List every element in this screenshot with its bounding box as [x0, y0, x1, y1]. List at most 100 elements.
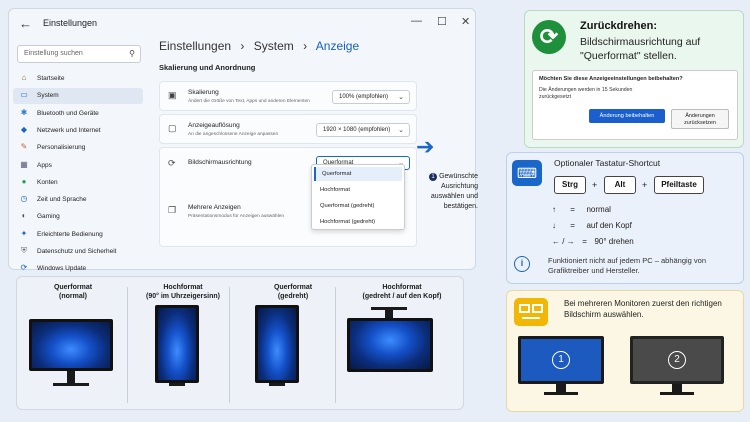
- sidebar-item-apps[interactable]: ▦ Apps: [13, 158, 143, 174]
- search-input[interactable]: Einstellung suchen ⚲: [17, 45, 141, 63]
- sidebar-item-label: Erleichterte Bedienung: [37, 230, 103, 238]
- section-title: Skalierung und Anordnung: [159, 63, 256, 72]
- revert-changes-button[interactable]: Änderungen zurücksetzen: [671, 109, 729, 129]
- monitor-number: 2: [668, 351, 686, 369]
- sidebar-item-label: Startseite: [37, 75, 65, 82]
- step-text: Gewünschte Ausrichtung auswählen und bes…: [430, 173, 478, 210]
- wifi-icon: ◆: [20, 124, 28, 134]
- sidebar-item-label: Windows Update: [37, 265, 87, 273]
- multi-display-title: Mehrere Anzeigen: [188, 204, 241, 211]
- orientation-icon: ⟳: [168, 158, 176, 168]
- dialog-text: Die Änderungen werden in 15 Sekunden zur…: [539, 87, 633, 100]
- monitor-1[interactable]: 1: [518, 336, 604, 384]
- breadcrumb-display: Anzeige: [315, 39, 360, 53]
- monitor-base: [544, 392, 578, 395]
- resolution-title: Anzeigeauflösung: [188, 122, 240, 129]
- key-alt: Alt: [604, 176, 636, 194]
- monitor-base: [269, 383, 285, 386]
- clock-icon: ◷: [20, 194, 28, 204]
- search-placeholder: Einstellung suchen: [24, 50, 83, 57]
- breadcrumb-settings[interactable]: Einstellungen: [159, 39, 231, 53]
- monitor-base: [53, 383, 89, 386]
- sidebar-item-update[interactable]: ⟳ Windows Update: [13, 261, 143, 277]
- sidebar-item-account[interactable]: ● Konten: [13, 175, 143, 191]
- accessibility-icon: ✦: [20, 228, 28, 238]
- home-icon: ⌂: [21, 73, 27, 82]
- example-subtitle: (normal): [59, 293, 87, 300]
- shortcut-map-up: ↑ = normal: [552, 205, 611, 214]
- shield-icon: ⛨: [21, 246, 27, 255]
- sidebar-item-wifi[interactable]: ◆ Netzwerk und Internet: [13, 123, 143, 139]
- sidebar-item-label: Datenschutz und Sicherheit: [37, 248, 117, 255]
- sidebar-item-clock[interactable]: ◷ Zeit und Sprache: [13, 192, 143, 208]
- title-bar: ← Einstellungen — ☐ ✕: [9, 9, 475, 39]
- bluetooth-icon: ✱: [20, 107, 28, 117]
- scale-card: ▣ Skalierung Ändert die Größe von Text, …: [159, 81, 417, 111]
- step-instruction: 1 Gewünschte Ausrichtung auswählen und be…: [420, 172, 478, 212]
- resolution-dropdown[interactable]: 1920 × 1080 (empfohlen) ⌄: [316, 123, 410, 137]
- menu-item-portrait[interactable]: Hochformat: [314, 183, 402, 197]
- sidebar-item-system[interactable]: ▭ System: [13, 88, 143, 105]
- example-subtitle: (gedreht / auf den Kopf): [362, 293, 442, 300]
- sidebar-item-label: Konten: [37, 178, 58, 186]
- maximize-icon[interactable]: ☐: [437, 15, 447, 28]
- resolution-card: ▢ Anzeigeauflösung An die angeschlossene…: [159, 114, 417, 144]
- sidebar-item-brush[interactable]: ✎ Personalisierung: [13, 140, 143, 156]
- plus-sign: +: [592, 180, 598, 190]
- apps-icon: ▦: [20, 159, 28, 169]
- sidebar-item-bluetooth[interactable]: ✱ Bluetooth und Geräte: [13, 106, 143, 122]
- sidebar-item-shield[interactable]: ⛨ Datenschutz und Sicherheit: [13, 244, 143, 260]
- right-arrow-icon: ➔: [416, 134, 435, 159]
- step-number: 1: [429, 173, 438, 181]
- shortcut-result: normal: [586, 205, 611, 214]
- monitor-base: [169, 383, 185, 386]
- shortcut-result: auf den Kopf: [586, 221, 632, 230]
- brush-icon: ✎: [20, 142, 28, 152]
- orientation-menu: Querformat Hochformat Querformat (gedreh…: [311, 164, 405, 230]
- example-portrait-flipped-label: Hochformat (gedreht / auf den Kopf): [339, 283, 465, 301]
- keep-settings-dialog: Möchten Sie diese Anzeigeeinstellungen b…: [532, 70, 738, 140]
- orientation-title: Bildschirmausrichtung: [188, 159, 252, 166]
- example-title: Hochformat: [382, 284, 422, 291]
- example-title: Querformat: [273, 284, 313, 291]
- menu-item-landscape[interactable]: Querformat: [314, 167, 402, 181]
- example-landscape-label: Querformat (normal): [23, 283, 123, 301]
- arrow-up-icon: ↑: [552, 205, 556, 214]
- sidebar-item-label: Netzwerk und Internet: [37, 126, 101, 134]
- menu-item-landscape-flipped[interactable]: Querformat (gedreht): [314, 199, 402, 213]
- rotate-back-icon: ⟳: [532, 20, 566, 54]
- close-icon[interactable]: ✕: [461, 15, 470, 28]
- monitor-landscape-flipped-image: [255, 305, 299, 383]
- sidebar-item-gamepad[interactable]: ◐ Gaming: [13, 209, 143, 225]
- sidebar-item-home[interactable]: ⌂ Startseite: [13, 71, 143, 87]
- scale-dropdown[interactable]: 100% (empfohlen) ⌄: [332, 90, 410, 104]
- equals: =: [570, 205, 575, 214]
- arrow-down-icon: ↓: [552, 221, 556, 230]
- example-subtitle: (gedreht): [277, 293, 309, 300]
- minimize-icon[interactable]: —: [411, 15, 422, 27]
- equals: =: [582, 237, 587, 246]
- example-subtitle: (90° im Uhrzeigersinn): [146, 293, 220, 300]
- orientation-examples-panel: Querformat (normal) Hochformat (90° im U…: [16, 276, 464, 410]
- info-icon: i: [514, 256, 530, 272]
- example-landscape-flipped-label: Querformat (gedreht): [243, 283, 343, 301]
- sidebar-item-label: Personalisierung: [37, 144, 86, 152]
- shortcut-map-down: ↓ = auf den Kopf: [552, 221, 632, 230]
- resolution-desc: An die angeschlossene Anzeige anpassen: [188, 132, 279, 137]
- monitor-landscape-image: [29, 319, 113, 371]
- keep-changes-button[interactable]: Änderung beibehalten: [589, 109, 665, 123]
- resolution-value: 1920 × 1080 (empfohlen): [323, 127, 391, 133]
- back-arrow-icon[interactable]: ←: [19, 16, 32, 31]
- shortcut-note: Funktioniert nicht auf jedem PC – abhäng…: [548, 256, 707, 275]
- sidebar-item-label: Bluetooth und Geräte: [37, 109, 99, 117]
- sidebar-item-accessibility[interactable]: ✦ Erleichterte Bedienung: [13, 227, 143, 243]
- scale-value: 100% (empfohlen): [339, 94, 389, 100]
- monitor-base: [660, 392, 694, 395]
- plus-sign: +: [642, 180, 648, 190]
- equals: =: [570, 221, 575, 230]
- monitor-2[interactable]: 2: [630, 336, 724, 384]
- breadcrumb-system[interactable]: System: [254, 39, 294, 53]
- menu-item-portrait-flipped[interactable]: Hochformat (gedreht): [314, 215, 402, 229]
- monitor-number: 1: [552, 351, 570, 369]
- revert-text: Bildschirmausrichtung auf "Querformat" s…: [580, 36, 701, 62]
